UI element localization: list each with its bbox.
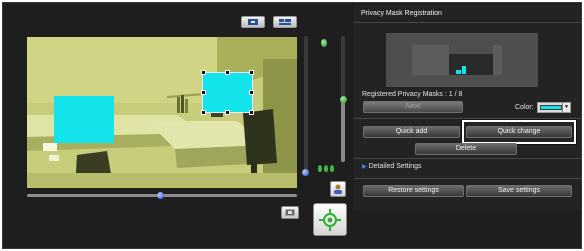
single-view-icon[interactable] xyxy=(241,16,265,28)
next-button[interactable]: Next xyxy=(363,101,463,113)
registered-masks-count: Registered Privacy Masks : 1 / 8 xyxy=(362,91,463,98)
zoom-tele-icon xyxy=(321,39,327,47)
color-select[interactable]: ▼ xyxy=(537,102,571,113)
delete-button[interactable]: Delete xyxy=(415,143,517,155)
focus-icon xyxy=(318,165,334,172)
pan-tilt-joystick-icon[interactable] xyxy=(313,203,347,236)
tilt-slider-track[interactable] xyxy=(304,36,308,173)
divider xyxy=(354,178,581,179)
resize-handle-bottom[interactable] xyxy=(225,110,230,115)
divider xyxy=(354,158,581,159)
resize-handle-bottom-left[interactable] xyxy=(201,110,206,115)
save-settings-button[interactable]: Save settings xyxy=(466,185,572,197)
divider xyxy=(354,118,581,119)
person-zoom-icon[interactable] xyxy=(330,181,346,197)
expand-triangle-icon: ▶ xyxy=(362,164,367,170)
resize-handle-right[interactable] xyxy=(249,90,254,95)
restore-settings-button[interactable]: Restore settings xyxy=(363,185,464,197)
panel-title: Privacy Mask Registration xyxy=(354,5,581,23)
tilt-slider-knob[interactable] xyxy=(302,169,309,176)
multi-view-icon[interactable] xyxy=(273,16,297,28)
detailed-settings-toggle[interactable]: ▶ Detailed Settings xyxy=(362,163,422,170)
resize-handle-left[interactable] xyxy=(201,90,206,95)
pan-slider-knob[interactable] xyxy=(157,192,164,199)
privacy-mask-selected[interactable] xyxy=(202,72,253,113)
color-swatch xyxy=(540,105,562,110)
chevron-down-icon[interactable]: ▼ xyxy=(562,103,570,112)
crop-icon[interactable] xyxy=(281,206,299,219)
camera-live-view[interactable] xyxy=(27,37,297,188)
preview-mask-2 xyxy=(462,66,466,74)
mask-preview xyxy=(386,33,538,87)
detailed-settings-label: Detailed Settings xyxy=(368,163,422,170)
resize-handle-top-right[interactable] xyxy=(249,70,254,75)
resize-handle-top-left[interactable] xyxy=(201,70,206,75)
zoom-slider-knob[interactable] xyxy=(340,96,347,103)
privacy-mask-1[interactable] xyxy=(54,96,114,143)
resize-handle-bottom-right[interactable] xyxy=(249,110,254,115)
preview-mask-1 xyxy=(456,70,461,74)
resize-handle-top[interactable] xyxy=(225,70,230,75)
color-label: Color: xyxy=(515,104,534,111)
quick-change-button[interactable]: Quick change xyxy=(466,126,572,138)
quick-add-button[interactable]: Quick add xyxy=(363,126,460,138)
